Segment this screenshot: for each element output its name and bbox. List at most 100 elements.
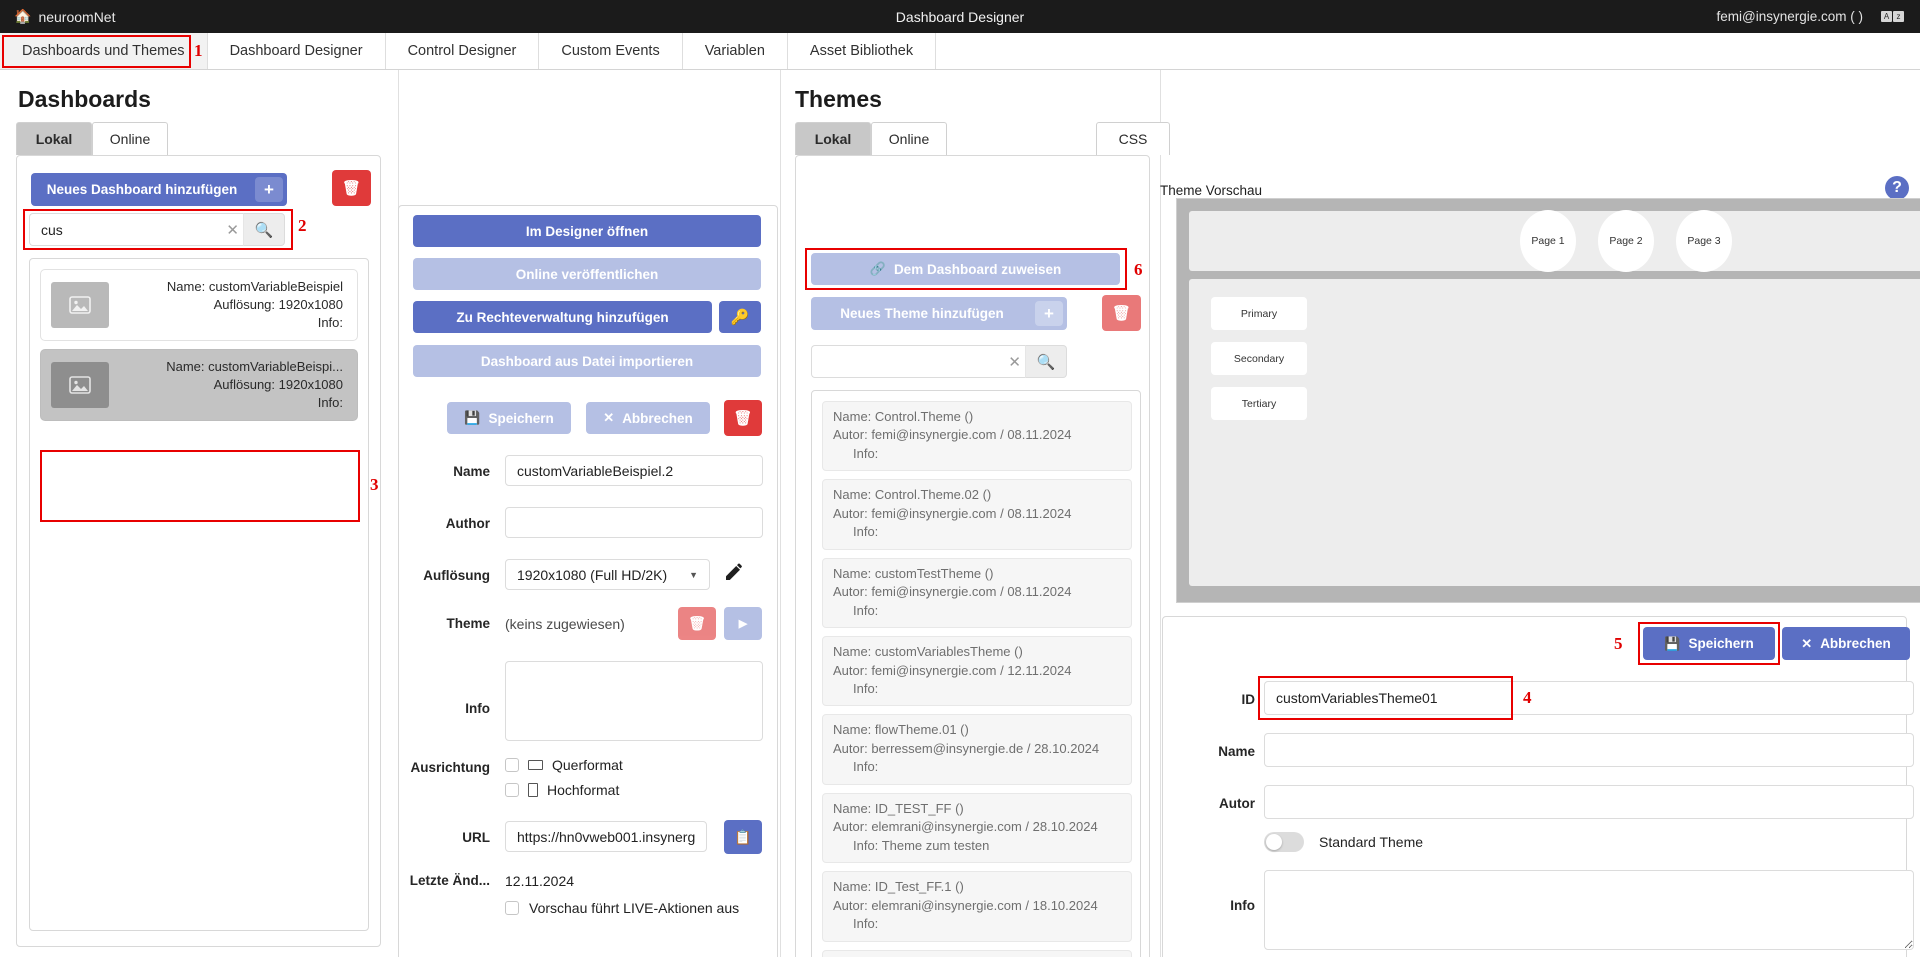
- add-theme-button[interactable]: Neues Theme hinzufügen +: [811, 297, 1067, 330]
- tab-dashboard-designer[interactable]: Dashboard Designer: [208, 33, 386, 69]
- author-label: Autor:: [833, 506, 868, 521]
- theme-id-field[interactable]: [1264, 681, 1914, 715]
- preview-page-1[interactable]: Page 1: [1520, 210, 1576, 272]
- brand-home-link[interactable]: 🏠 neuroomNet: [0, 8, 115, 25]
- name-field[interactable]: [505, 455, 763, 486]
- preview-button-tertiary[interactable]: Tertiary: [1211, 387, 1307, 420]
- cancel-theme-button[interactable]: ✕ Abbrechen: [1782, 627, 1910, 660]
- resolution-field-label: Auflösung: [400, 568, 490, 583]
- list-item[interactable]: Name: ID_Test.Lasse.1 (Test.Lasse.1)Auto…: [822, 950, 1132, 957]
- orientation-field-label: Ausrichtung: [396, 760, 490, 775]
- theme-author-field[interactable]: [1264, 785, 1914, 819]
- save-dashboard-button[interactable]: 💾 Speichern: [447, 402, 571, 434]
- themes-tab-css[interactable]: CSS: [1096, 122, 1170, 155]
- list-item[interactable]: Name: flowTheme.01 ()Autor: berressem@in…: [822, 714, 1132, 784]
- edit-resolution-button[interactable]: [724, 562, 744, 587]
- live-preview-checkbox[interactable]: [505, 901, 519, 915]
- preview-button-label: Tertiary: [1242, 398, 1276, 410]
- name-label: Name:: [833, 487, 871, 502]
- list-item[interactable]: Name: Control.Theme ()Autor: femi@insyne…: [822, 401, 1132, 471]
- plus-icon: +: [255, 177, 283, 202]
- list-item[interactable]: Name: customTestTheme ()Autor: femi@insy…: [822, 558, 1132, 628]
- theme-preview-button[interactable]: ▶: [724, 607, 762, 640]
- clear-x-icon[interactable]: ✕: [226, 221, 239, 239]
- landscape-checkbox[interactable]: [505, 758, 519, 772]
- list-item[interactable]: Name: Control.Theme.02 ()Autor: femi@ins…: [822, 479, 1132, 549]
- open-in-designer-button[interactable]: Im Designer öffnen: [413, 215, 761, 247]
- close-x-icon: ✕: [1801, 636, 1812, 652]
- marker-3: 3: [370, 475, 379, 495]
- dashboard-search-input[interactable]: [29, 213, 243, 246]
- trash-icon: 🗑: [342, 179, 361, 197]
- tab-label: Dashboard Designer: [230, 43, 363, 59]
- delete-theme-button[interactable]: 🗑: [1102, 295, 1141, 331]
- tab-label: Dashboards und Themes: [22, 43, 185, 59]
- theme-search-button[interactable]: 🔍: [1025, 345, 1067, 378]
- delete-detail-button[interactable]: 🗑: [724, 400, 762, 436]
- theme-preview-canvas: Page 1 Page 2 Page 3 Primary Secondary T…: [1176, 198, 1920, 603]
- landscape-checkbox-row[interactable]: Querformat: [505, 757, 623, 773]
- preview-button-primary[interactable]: Primary: [1211, 297, 1307, 330]
- theme-info-field[interactable]: [1264, 870, 1914, 950]
- themes-tab-lokal[interactable]: Lokal: [795, 122, 871, 155]
- dashboards-tab-online[interactable]: Online: [92, 122, 168, 155]
- theme-info-label: Info: [1175, 898, 1255, 913]
- resolution-select[interactable]: 1920x1080 (Full HD/2K) ▼: [505, 559, 710, 590]
- delete-dashboard-button[interactable]: 🗑: [332, 170, 371, 206]
- clear-x-icon[interactable]: ✕: [1008, 353, 1021, 371]
- preview-page-2[interactable]: Page 2: [1598, 210, 1654, 272]
- add-rights-management-button[interactable]: Zu Rechteverwaltung hinzufügen: [413, 301, 712, 333]
- tab-asset-bibliothek[interactable]: Asset Bibliothek: [788, 33, 936, 69]
- theme-name-field[interactable]: [1264, 733, 1914, 767]
- info-field[interactable]: [505, 661, 763, 741]
- standard-theme-toggle[interactable]: [1264, 832, 1304, 852]
- author-field[interactable]: [505, 507, 763, 538]
- add-theme-label: Neues Theme hinzufügen: [817, 306, 1027, 321]
- list-item[interactable]: Name: customVariableBeispiel Auflösung: …: [40, 269, 358, 341]
- add-dashboard-button[interactable]: Neues Dashboard hinzufügen +: [31, 173, 287, 206]
- standard-theme-row[interactable]: Standard Theme: [1264, 832, 1423, 852]
- save-theme-button[interactable]: 💾 Speichern: [1643, 627, 1775, 660]
- portrait-rect-icon: [528, 783, 538, 797]
- copy-url-button[interactable]: 📋: [724, 820, 762, 854]
- live-preview-checkbox-row[interactable]: Vorschau führt LIVE-Aktionen aus: [505, 900, 739, 916]
- publish-online-button[interactable]: Online veröffentlichen: [413, 258, 761, 290]
- url-field[interactable]: [505, 821, 707, 852]
- language-switch-icon[interactable]: A z: [1881, 11, 1904, 22]
- theme-name: ID_TEST_FF (): [875, 801, 964, 816]
- preview-page-3[interactable]: Page 3: [1676, 210, 1732, 272]
- list-item[interactable]: Name: ID_TEST_FF ()Autor: elemrani@insyn…: [822, 793, 1132, 863]
- theme-id-label: ID: [1175, 692, 1255, 707]
- preview-page-label: Page 1: [1531, 235, 1564, 247]
- list-item[interactable]: Name: customVariablesTheme ()Autor: femi…: [822, 636, 1132, 706]
- list-item[interactable]: Name: customVariableBeispi... Auflösung:…: [40, 349, 358, 421]
- theme-search-input[interactable]: [811, 345, 1025, 378]
- tab-dashboards-und-themes[interactable]: Dashboards und Themes: [0, 33, 208, 69]
- language-icon-z: z: [1893, 11, 1904, 22]
- user-account-label[interactable]: femi@insynergie.com ( ): [1717, 9, 1864, 24]
- dashboards-tab-lokal[interactable]: Lokal: [16, 122, 92, 155]
- tab-variablen[interactable]: Variablen: [683, 33, 788, 69]
- dashboard-search-button[interactable]: 🔍: [243, 213, 285, 246]
- page-title: Dashboard Designer: [0, 9, 1920, 25]
- assign-to-dashboard-button[interactable]: 🔗 Dem Dashboard zuweisen: [811, 253, 1120, 285]
- list-item[interactable]: Name: ID_Test_FF.1 ()Autor: elemrani@ins…: [822, 871, 1132, 941]
- url-field-label: URL: [400, 830, 490, 845]
- theme-list-scroll[interactable]: Name: Control.Theme ()Autor: femi@insyne…: [812, 391, 1140, 957]
- tab-control-designer[interactable]: Control Designer: [386, 33, 540, 69]
- import-dashboard-button[interactable]: Dashboard aus Datei importieren: [413, 345, 761, 377]
- search-icon: 🔍: [1037, 353, 1056, 371]
- info-label: Info:: [318, 315, 343, 330]
- theme-remove-button[interactable]: 🗑: [678, 607, 716, 640]
- rights-key-button[interactable]: 🔑: [719, 301, 761, 333]
- name-label: Name:: [833, 644, 871, 659]
- portrait-checkbox[interactable]: [505, 783, 519, 797]
- cancel-dashboard-button[interactable]: ✕ Abbrechen: [586, 402, 710, 434]
- themes-tab-online[interactable]: Online: [871, 122, 947, 155]
- portrait-checkbox-row[interactable]: Hochformat: [505, 782, 619, 798]
- preview-button-secondary[interactable]: Secondary: [1211, 342, 1307, 375]
- name-label: Name:: [167, 279, 205, 294]
- help-question-icon[interactable]: ?: [1885, 176, 1909, 200]
- tab-custom-events[interactable]: Custom Events: [539, 33, 682, 69]
- dashboard-thumbnail: [51, 282, 109, 328]
